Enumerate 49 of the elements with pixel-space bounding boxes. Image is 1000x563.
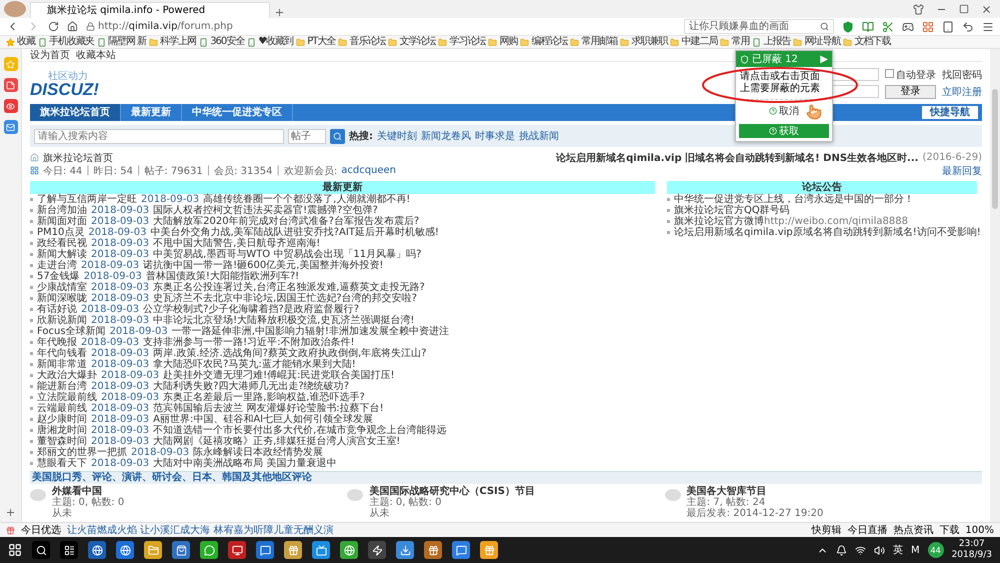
post-date: 2018-09-03 — [88, 227, 147, 238]
status-label: 今日优选 — [21, 524, 61, 537]
post-date: 2018-09-03 — [91, 315, 150, 326]
post-date: 2018-09-03 — [81, 260, 140, 271]
post-date: 2018-09-03 — [91, 359, 150, 370]
forum-stats: 主题: 0, 帖数: 0 — [369, 497, 443, 508]
forum-stats: 主题: 0, 帖数: 0 — [52, 497, 124, 508]
post-date: 2018-09-03 — [101, 392, 160, 403]
post-date: 2018-09-03 — [91, 348, 150, 359]
separator: | — [276, 165, 280, 176]
stat-text: 今日: 44 — [43, 164, 82, 178]
post-date: 2018-09-03 — [91, 458, 150, 469]
blocked-count: 已屏蔽 12 — [752, 52, 798, 66]
post-date: 2018-09-03 — [110, 326, 168, 337]
post-date: 2018-09-03 — [91, 414, 150, 425]
stat-text: 欢迎新会员: — [284, 164, 338, 178]
forum-last-post: 从未 — [369, 508, 390, 519]
post-date: 2018-09-03 — [91, 425, 150, 436]
separator: | — [86, 165, 90, 176]
post-date: 2018-09-03 — [81, 337, 140, 348]
post-date: 2018-09-03 — [141, 194, 200, 205]
post-date: 2018-09-03 — [91, 238, 150, 249]
post-date: 2018-09-03 — [91, 282, 150, 293]
post-date: 2018-09-03 — [91, 216, 150, 227]
notice-date: (2016-6-29) — [922, 152, 982, 163]
post-date: 2018-09-03 — [91, 205, 150, 216]
post-date: 2018-09-03 — [101, 370, 160, 381]
separator: | — [206, 165, 210, 176]
stat-text: 会员: 31354 — [214, 164, 272, 178]
stat-text: 帖子: 79631 — [144, 164, 203, 178]
post-date: 2018-09-03 — [91, 293, 150, 304]
forum-stats: 主题: 7, 帖数: 24 — [686, 497, 766, 508]
separator: | — [136, 165, 140, 176]
post-date: 2018-09-03 — [84, 271, 142, 282]
hot-label: 热搜: — [349, 130, 373, 143]
post-date: 2018-09-03 — [81, 304, 140, 315]
forum-logo: 社区动力 DISCUZ! — [30, 70, 99, 96]
panel-header: 最新更新 — [30, 181, 655, 194]
post-date: 2018-09-03 — [91, 436, 150, 447]
post-date: 2018-09-03 — [91, 403, 150, 414]
forum-last-post: 从未 — [52, 508, 73, 519]
post-date: 2018-09-03 — [91, 249, 150, 260]
category-header: 美国脱口秀、评论、演讲、研讨会、日本、韩国及其他地区评论 — [30, 471, 982, 484]
post-date: 2018-09-03 — [91, 381, 150, 392]
post-date: 2018-09-03 — [131, 447, 190, 458]
popup-hint: 请点击或右击页面上需要屏蔽的元素 — [736, 67, 832, 100]
forum-last-post: 最后发表: 2014-12-27 19:20 — [686, 508, 824, 519]
panel-header: 论坛公告 — [667, 181, 977, 194]
stat-text: 昨日: 54 — [94, 164, 133, 178]
